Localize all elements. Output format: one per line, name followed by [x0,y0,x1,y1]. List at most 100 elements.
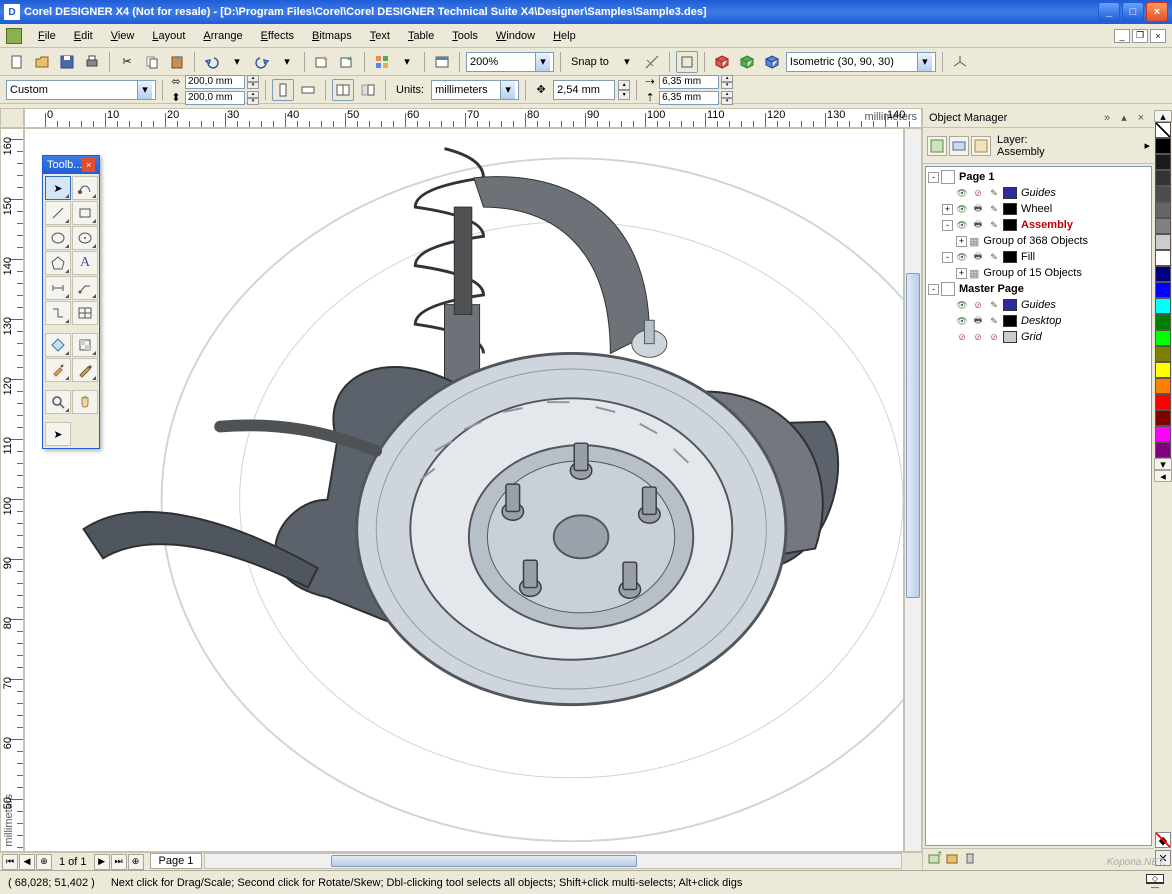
table-tool[interactable] [72,301,98,325]
color-swatch[interactable] [1155,346,1171,362]
drawing-plane-right-button[interactable] [761,51,783,73]
color-swatch[interactable] [1155,314,1171,330]
pick-tool-secondary[interactable]: ➤ [45,422,71,446]
color-swatch[interactable] [1155,250,1171,266]
object-tree[interactable]: -Page 1👁⊘✎Guides+👁🖶✎Wheel-👁🖶✎Assembly+▦G… [925,166,1152,846]
color-swatch[interactable] [1155,234,1171,250]
tree-row[interactable]: -👁🖶✎Fill [928,249,1149,265]
projection-select[interactable]: Isometric (30, 90, 30)▾ [786,52,936,72]
tree-row[interactable]: 👁⊘✎Guides [928,185,1149,201]
last-page-button[interactable]: ⏭ [111,854,127,870]
portrait-button[interactable] [272,79,294,101]
tree-row[interactable]: 👁🖶✎Desktop [928,313,1149,329]
tree-row[interactable]: +👁🖶✎Wheel [928,201,1149,217]
new-layer-button[interactable]: + [927,851,941,868]
close-button[interactable]: × [1146,2,1168,22]
zoom-select[interactable]: 200%▾ [466,52,554,72]
toolbox[interactable]: Toolb...× ➤ A ➤ [42,155,100,449]
projected-axes-button[interactable] [949,51,971,73]
dup-y-input[interactable] [659,91,719,105]
dimension-tool[interactable] [45,276,71,300]
color-swatch[interactable] [1155,202,1171,218]
menu-layout[interactable]: Layout [144,28,193,44]
ruler-origin[interactable] [0,108,24,128]
pick-tool[interactable]: ➤ [45,176,71,200]
delete-layer-button[interactable] [963,851,977,868]
panel-flyout-button[interactable]: ▸ [1144,139,1150,152]
fill-outline-indicator[interactable]: ◇ — [1146,874,1164,892]
copy-button[interactable] [141,51,163,73]
color-swatch[interactable] [1155,394,1171,410]
add-page-before-button[interactable]: ⊕ [36,854,52,870]
shape-tool[interactable] [72,176,98,200]
mdi-restore-button[interactable]: ❐ [1132,29,1148,43]
width-spinner[interactable]: ▴▾ [247,75,259,89]
hand-tool[interactable] [72,390,98,414]
all-pages-button[interactable] [332,79,354,101]
panel-close-button[interactable]: × [1134,111,1148,125]
color-swatch[interactable] [1155,186,1171,202]
cut-button[interactable]: ✂ [116,51,138,73]
options-button[interactable] [676,51,698,73]
edit-across-layers-button[interactable] [949,136,969,156]
color-swatch[interactable] [1155,138,1171,154]
color-swatch[interactable] [1155,442,1171,458]
show-object-properties-button[interactable] [927,136,947,156]
open-button[interactable] [31,51,53,73]
app-launcher-button[interactable] [371,51,393,73]
text-tool[interactable]: A [72,251,98,275]
welcome-button[interactable] [431,51,453,73]
color-swatch[interactable] [1155,378,1171,394]
menu-tools[interactable]: Tools [444,28,486,44]
panel-menu-button[interactable]: ▴ [1117,111,1131,125]
drawing-canvas[interactable] [24,128,904,852]
color-swatch[interactable] [1155,362,1171,378]
color-swatch[interactable] [1155,170,1171,186]
horizontal-ruler[interactable]: millimeters01020304050607080901001101201… [24,108,922,128]
units-select[interactable]: millimeters▾ [431,80,519,100]
export-button[interactable] [336,51,358,73]
tree-row[interactable]: +▦Group of 368 Objects [928,233,1149,249]
page-height-input[interactable] [185,91,245,105]
minimize-button[interactable]: _ [1098,2,1120,22]
dynamic-guides-button[interactable] [641,51,663,73]
line-tool[interactable] [45,201,71,225]
height-spinner[interactable]: ▴▾ [247,91,259,105]
mdi-minimize-button[interactable]: _ [1114,29,1130,43]
tree-row[interactable]: -Master Page [928,281,1149,297]
panel-collapse-button[interactable]: » [1100,111,1114,125]
menu-effects[interactable]: Effects [253,28,302,44]
zoom-tool[interactable] [45,390,71,414]
prev-page-button[interactable]: ◀ [19,854,35,870]
redo-button[interactable] [251,51,273,73]
drawing-plane-front-button[interactable] [736,51,758,73]
dup-x-input[interactable] [659,75,719,89]
palette-scroll-down[interactable]: ▾ [1154,458,1172,470]
palette-scroll-up[interactable]: ▴ [1154,110,1172,122]
maximize-button[interactable]: □ [1122,2,1144,22]
first-page-button[interactable]: ⏮ [2,854,18,870]
menu-edit[interactable]: Edit [66,28,101,44]
save-button[interactable] [56,51,78,73]
color-swatch[interactable] [1155,218,1171,234]
menu-table[interactable]: Table [400,28,442,44]
nudge-spinner[interactable]: ▴▾ [618,80,630,100]
interactive-transparency-tool[interactable] [72,333,98,357]
menu-file[interactable]: File [30,28,64,44]
undo-dropdown[interactable]: ▾ [226,51,248,73]
app-launcher-dropdown[interactable]: ▾ [396,51,418,73]
eyedropper-tool[interactable] [45,358,71,382]
outline-tool[interactable] [72,358,98,382]
tree-row[interactable]: +▦Group of 15 Objects [928,265,1149,281]
menu-view[interactable]: View [103,28,143,44]
import-button[interactable] [311,51,333,73]
color-swatch[interactable] [1155,154,1171,170]
tree-row[interactable]: 👁⊘✎Guides [928,297,1149,313]
new-button[interactable] [6,51,28,73]
no-color-swatch[interactable] [1155,122,1171,138]
fill-indicator[interactable]: ◆ [1155,832,1171,848]
connector-tool[interactable] [45,301,71,325]
mdi-close-button[interactable]: × [1150,29,1166,43]
landscape-button[interactable] [297,79,319,101]
tree-row[interactable]: ⊘⊘⊘Grid [928,329,1149,345]
